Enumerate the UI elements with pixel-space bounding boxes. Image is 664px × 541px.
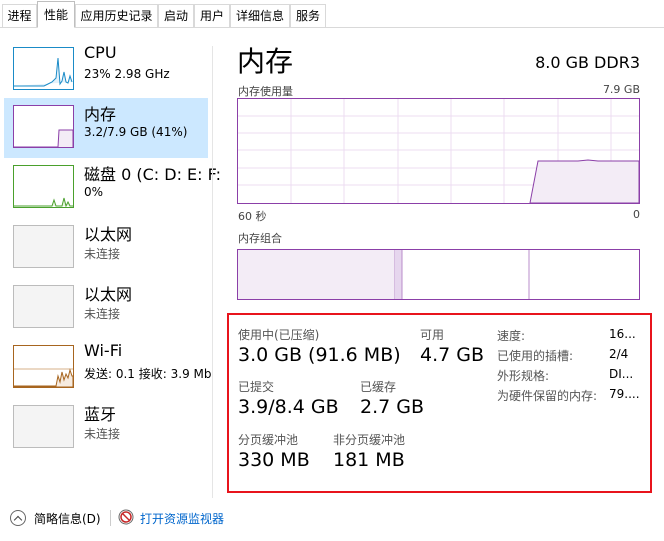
page-title: 内存: [237, 45, 294, 78]
form-factor-value: DI...: [609, 367, 634, 381]
sidebar-item-subtitle: 未连接: [84, 247, 121, 261]
tab-bar: 进程 性能 应用历史记录 启动 用户 详细信息 服务: [0, 0, 664, 28]
nonpaged-pool-label: 非分页缓冲池: [333, 433, 406, 447]
tab-performance[interactable]: 性能: [37, 1, 75, 28]
memory-thumbnail: [13, 105, 74, 148]
sidebar-item-subtitle: 发送: 0.1 接收: 3.9 Mb: [84, 367, 212, 381]
sidebar-item-subtitle: 未连接: [84, 307, 121, 321]
tab-services[interactable]: 服务: [290, 4, 326, 28]
sidebar-item-memory[interactable]: 内存 3.2/7.9 GB (41%): [4, 98, 208, 158]
sidebar-item-wifi[interactable]: Wi-Fi 发送: 0.1 接收: 3.9 Mb: [4, 338, 212, 398]
form-factor-label: 外形规格:: [497, 369, 550, 383]
bluetooth-thumbnail: [13, 405, 74, 448]
disk-thumbnail: [13, 165, 74, 208]
available-label: 可用: [420, 328, 445, 342]
open-resource-monitor-label: 打开资源监视器: [140, 511, 225, 526]
tab-app-history[interactable]: 应用历史记录: [75, 4, 158, 28]
in-use-label: 使用中(已压缩): [238, 328, 320, 342]
sidebar-item-label: 以太网: [84, 225, 133, 244]
tab-startup[interactable]: 启动: [158, 4, 194, 28]
slots-used-label: 已使用的插槽:: [497, 349, 574, 363]
available-value: 4.7 GB: [420, 344, 485, 366]
hardware-reserved-label: 为硬件保留的内存:: [497, 389, 598, 403]
sidebar-item-subtitle: 23% 2.98 GHz: [84, 67, 170, 81]
resource-monitor-icon: [118, 509, 134, 528]
speed-value: 16...: [609, 327, 636, 341]
composition-chart-label: 内存组合: [238, 232, 282, 245]
tab-details[interactable]: 详细信息: [230, 4, 290, 28]
usage-chart-label: 内存使用量: [238, 85, 293, 98]
sidebar-item-label: CPU: [84, 43, 117, 62]
speed-label: 速度:: [497, 329, 526, 343]
cached-value: 2.7 GB: [360, 396, 425, 418]
memory-spec: 8.0 GB DDR3: [535, 53, 640, 72]
usage-chart-x-start: 60 秒: [238, 210, 267, 223]
tab-users[interactable]: 用户: [194, 4, 230, 28]
in-use-value: 3.0 GB (91.6 MB): [238, 344, 401, 366]
sidebar-item-ethernet-2[interactable]: 以太网 未连接: [4, 278, 208, 338]
sidebar-item-cpu[interactable]: CPU 23% 2.98 GHz: [4, 40, 208, 100]
sidebar-item-label: 以太网: [84, 285, 133, 304]
paged-pool-value: 330 MB: [238, 449, 310, 471]
usage-chart-max: 7.9 GB: [602, 83, 640, 96]
sidebar-item-subtitle: 未连接: [84, 427, 121, 441]
panel-divider: [212, 46, 213, 498]
fewer-details-label: 简略信息(D): [34, 511, 101, 526]
sidebar-item-label: 内存: [84, 105, 117, 124]
memory-usage-chart: [237, 98, 640, 204]
cpu-thumbnail: [13, 47, 74, 90]
sidebar-item-bluetooth[interactable]: 蓝牙 未连接: [4, 398, 208, 458]
sidebar-item-disk[interactable]: 磁盘 0 (C: D: E: F: 0%: [4, 158, 221, 218]
tab-bar-divider: [0, 27, 664, 28]
chevron-up-icon: [10, 510, 26, 526]
committed-value: 3.9/8.4 GB: [238, 396, 339, 418]
footer-separator: [110, 510, 111, 526]
wifi-thumbnail: [13, 345, 74, 388]
sidebar-item-label: 蓝牙: [84, 405, 117, 424]
committed-label: 已提交: [238, 380, 275, 394]
cached-label: 已缓存: [360, 380, 397, 394]
sidebar-item-subtitle: 0%: [84, 185, 104, 199]
sidebar-item-label: 磁盘 0 (C: D: E: F:: [84, 165, 221, 184]
paged-pool-label: 分页缓冲池: [238, 433, 299, 447]
sidebar-item-subtitle: 3.2/7.9 GB (41%): [84, 125, 188, 139]
ethernet-thumbnail: [13, 225, 74, 268]
nonpaged-pool-value: 181 MB: [333, 449, 405, 471]
open-resource-monitor-link[interactable]: 打开资源监视器: [118, 508, 224, 528]
hardware-reserved-value: 79....: [609, 387, 640, 401]
memory-composition-chart: [237, 249, 640, 300]
slots-used-value: 2/4: [609, 347, 629, 361]
ethernet-thumbnail: [13, 285, 74, 328]
sidebar-item-label: Wi-Fi: [84, 341, 123, 360]
fewer-details-button[interactable]: 简略信息(D): [10, 508, 101, 528]
tab-processes[interactable]: 进程: [2, 4, 37, 28]
sidebar-item-ethernet-1[interactable]: 以太网 未连接: [4, 218, 208, 278]
usage-chart-x-end: 0: [633, 208, 640, 221]
